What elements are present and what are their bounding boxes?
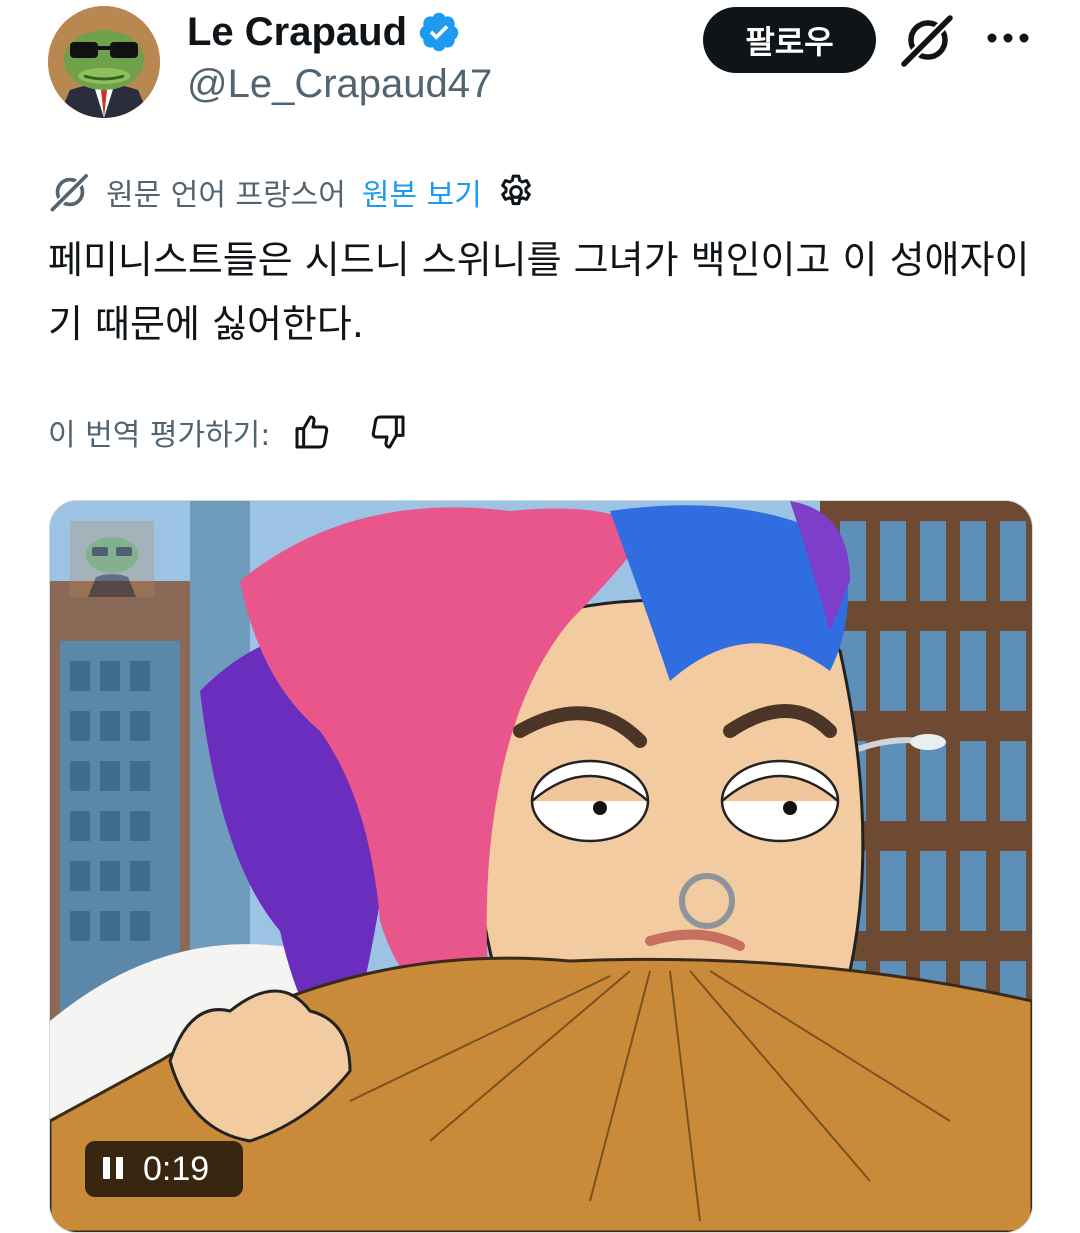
author-handle[interactable]: @Le_Crapaud47 bbox=[187, 62, 492, 107]
rate-translation: 이 번역 평가하기: bbox=[48, 408, 408, 456]
video-time-badge[interactable]: 0:19 bbox=[85, 1141, 243, 1197]
verified-badge-icon bbox=[419, 12, 459, 52]
translation-source-label: 원문 언어 프랑스어 bbox=[106, 178, 346, 213]
avatar[interactable] bbox=[48, 6, 160, 118]
author-name-row[interactable]: Le Crapaud bbox=[187, 6, 461, 58]
more-icon[interactable] bbox=[980, 18, 1036, 58]
video-frame-image bbox=[50, 501, 1032, 1232]
frog-avatar-image bbox=[48, 6, 160, 118]
grok-icon[interactable] bbox=[898, 12, 958, 68]
follow-button[interactable]: 팔로우 bbox=[703, 7, 876, 73]
thumbs-up-icon[interactable] bbox=[292, 412, 332, 452]
grok-translate-icon bbox=[48, 171, 91, 214]
video-player[interactable]: 0:19 bbox=[49, 500, 1033, 1233]
pause-icon[interactable] bbox=[103, 1157, 125, 1181]
rate-translation-label: 이 번역 평가하기: bbox=[48, 418, 271, 453]
video-time: 0:19 bbox=[143, 1149, 210, 1188]
display-name[interactable]: Le Crapaud bbox=[187, 10, 407, 55]
thumbs-down-icon[interactable] bbox=[368, 412, 408, 452]
show-original-link[interactable]: 원본 보기 bbox=[362, 170, 482, 214]
tweet: Le Crapaud @Le_Crapaud47 팔로우 원문 언어 프랑스어 … bbox=[0, 0, 1080, 1233]
watermark-logo bbox=[70, 521, 154, 597]
gear-icon[interactable] bbox=[496, 172, 536, 212]
tweet-text: 페미니스트들은 시드니 스위니를 그녀가 백인이고 이 성애자이기 때문에 싫어… bbox=[48, 238, 1030, 346]
translation-info: 원문 언어 프랑스어 원본 보기 bbox=[48, 168, 536, 216]
